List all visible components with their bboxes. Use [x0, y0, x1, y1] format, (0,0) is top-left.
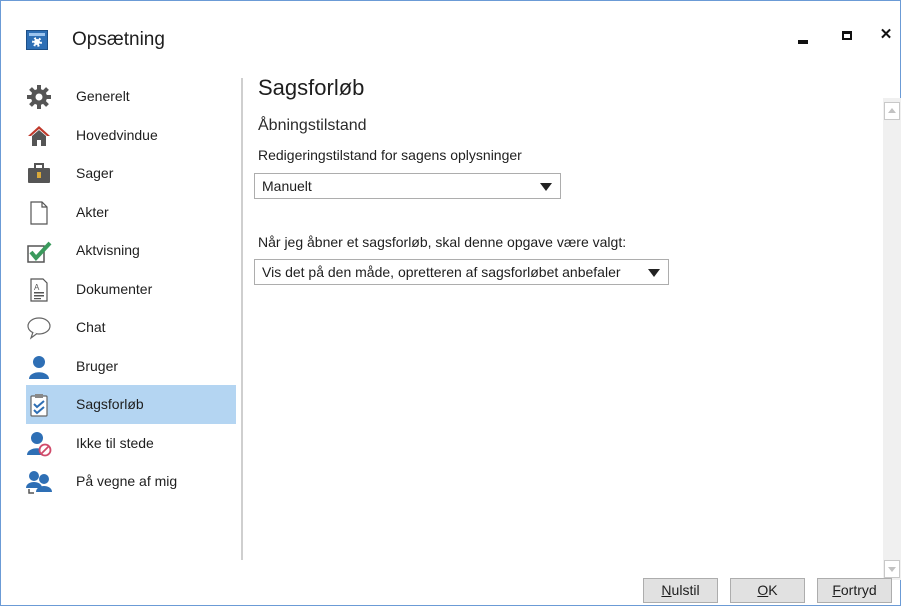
- sidebar-item-label: Sager: [76, 165, 114, 182]
- edit-mode-label: Redigeringstilstand for sagens oplysning…: [258, 147, 522, 163]
- sidebar-item-label: Chat: [76, 319, 106, 336]
- sidebar-item-dokumenter[interactable]: A Dokumenter: [26, 270, 236, 309]
- scroll-down-button[interactable]: [884, 560, 900, 578]
- maximize-button[interactable]: [830, 25, 866, 51]
- sidebar-item-label: Generelt: [76, 88, 130, 105]
- sidebar-item-akter[interactable]: Akter: [26, 193, 236, 232]
- title-bar: Opsætning ✕: [1, 1, 900, 59]
- sidebar-item-sager[interactable]: Sager: [26, 154, 236, 193]
- ok-button[interactable]: OK: [730, 578, 805, 603]
- window-title: Opsætning: [72, 29, 165, 50]
- settings-app-icon: [26, 30, 48, 50]
- close-icon: ✕: [879, 26, 893, 43]
- cancel-button[interactable]: Fortryd: [817, 578, 892, 603]
- settings-sidebar: Generelt Hovedvindue Sager Akter Aktvisn…: [26, 77, 236, 501]
- sidebar-item-aktvisning[interactable]: Aktvisning: [26, 231, 236, 270]
- ok-mnemonic: O: [757, 582, 769, 598]
- sidebar-item-paa-vegne-af-mig[interactable]: På vegne af mig: [26, 462, 236, 501]
- chevron-down-icon: [648, 269, 660, 277]
- home-icon: [26, 123, 52, 149]
- edit-mode-dropdown[interactable]: Manuelt: [254, 173, 561, 199]
- section-title: Åbningstilstand: [258, 117, 367, 134]
- task-selection-label: Når jeg åbner et sagsforløb, skal denne …: [258, 234, 627, 250]
- edit-mode-value: Manuelt: [262, 178, 312, 194]
- scroll-up-button[interactable]: [884, 102, 900, 120]
- clipboard-check-icon: [26, 392, 52, 418]
- sidebar-item-label: På vegne af mig: [76, 473, 178, 490]
- sidebar-item-label: Hovedvindue: [76, 126, 158, 143]
- sidebar-item-label: Sagsforløb: [76, 396, 144, 413]
- close-button[interactable]: ✕: [868, 25, 902, 51]
- sidebar-item-sagsforlob[interactable]: Sagsforløb: [26, 385, 236, 424]
- reset-mnemonic: N: [661, 582, 672, 598]
- settings-window: Opsætning ✕ Generelt Hovedvindue Sager A…: [0, 0, 901, 606]
- reset-button[interactable]: Nulstil: [643, 578, 718, 603]
- sidebar-item-chat[interactable]: Chat: [26, 308, 236, 347]
- sidebar-item-label: Akter: [76, 203, 109, 220]
- cancel-label: ortryd: [840, 582, 877, 598]
- gear-icon: [26, 84, 52, 110]
- briefcase-icon: [26, 161, 52, 187]
- vertical-scrollbar[interactable]: [883, 98, 901, 580]
- page-title: Sagsforløb: [258, 75, 365, 100]
- task-selection-dropdown[interactable]: Vis det på den måde, opretteren af sagsf…: [254, 259, 669, 285]
- cancel-mnemonic: F: [832, 582, 841, 598]
- sidebar-item-label: Ikke til stede: [76, 434, 154, 451]
- sidebar-item-ikke-til-stede[interactable]: Ikke til stede: [26, 424, 236, 463]
- document-icon: [26, 200, 52, 226]
- sidebar-item-label: Aktvisning: [76, 242, 140, 259]
- sidebar-item-bruger[interactable]: Bruger: [26, 347, 236, 386]
- sidebar-item-label: Bruger: [76, 357, 119, 374]
- sidebar-item-label: Dokumenter: [76, 280, 153, 297]
- sidebar-item-generelt[interactable]: Generelt: [26, 77, 236, 116]
- checkmark-icon: [26, 238, 52, 264]
- user-icon: [26, 354, 52, 380]
- user-absent-icon: [26, 431, 52, 457]
- ok-label: K: [768, 582, 778, 598]
- chevron-down-icon: [540, 183, 552, 191]
- task-selection-value: Vis det på den måde, opretteren af sagsf…: [262, 264, 621, 280]
- sidebar-divider: [241, 78, 243, 560]
- svg-text:A: A: [34, 283, 40, 292]
- text-document-icon: A: [26, 277, 52, 303]
- chat-bubble-icon: [26, 315, 52, 341]
- users-delegate-icon: [26, 469, 52, 495]
- minimize-button[interactable]: [786, 25, 822, 51]
- reset-label: ulstil: [671, 582, 700, 598]
- sidebar-item-hovedvindue[interactable]: Hovedvindue: [26, 116, 236, 155]
